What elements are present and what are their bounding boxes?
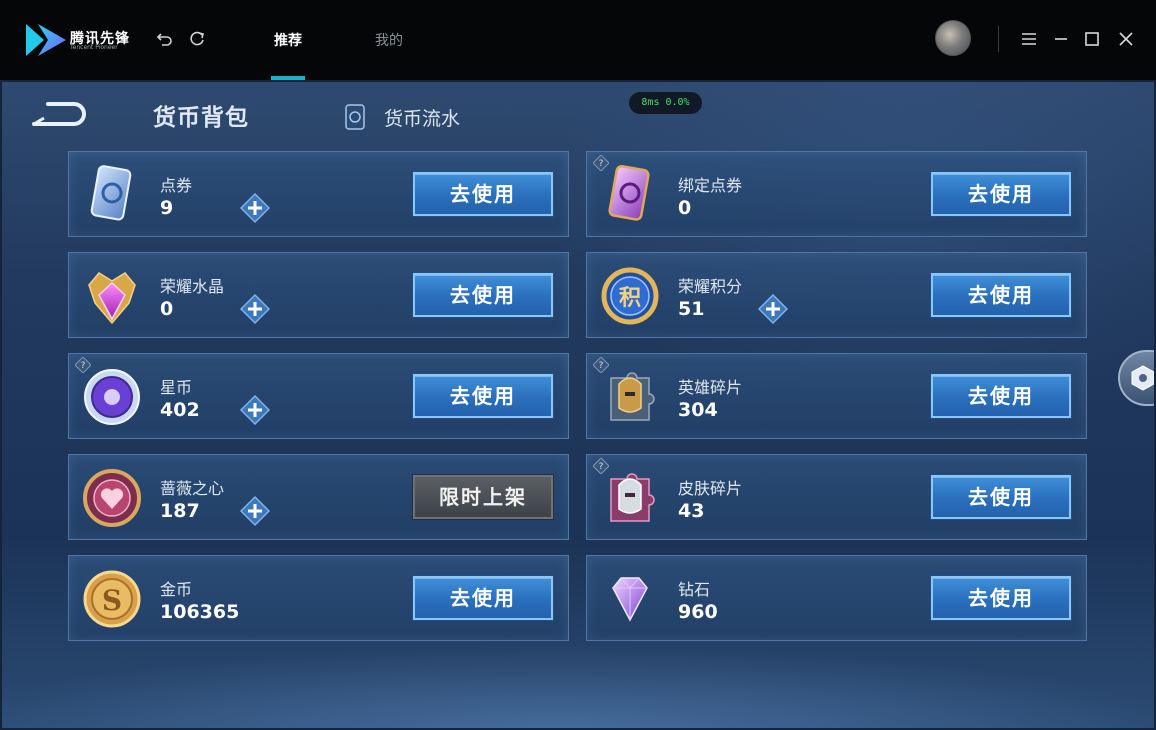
currency-value: 304 xyxy=(678,399,718,421)
currency-card-bound-coupon: ? 绑定点券 0 去使用 xyxy=(586,151,1087,237)
currency-value: 106365 xyxy=(160,601,240,623)
svg-text:S: S xyxy=(102,584,122,617)
currency-card-coupon: 点券 9 去使用 xyxy=(68,151,569,237)
currency-name: 点券 xyxy=(160,176,193,195)
add-icon[interactable] xyxy=(239,495,271,527)
currency-value: 402 xyxy=(160,399,200,421)
currency-name: 皮肤碎片 xyxy=(678,479,743,498)
currency-name: 荣耀积分 xyxy=(678,277,743,296)
game-viewport: 货币背包 货币流水 8ms 0.0% 点券 9 去使用 ? 绑定点券 0 去使用… xyxy=(0,80,1156,730)
diamond-icon xyxy=(612,577,648,622)
currency-value: 51 xyxy=(678,298,705,320)
currency-value: 9 xyxy=(160,197,174,219)
minimize-icon[interactable] xyxy=(1050,28,1072,50)
currency-card-rose-heart: 蔷薇之心 187 限时上架 xyxy=(68,454,569,540)
limited-time-button: 限时上架 xyxy=(413,475,553,519)
skin-fragment-icon xyxy=(610,473,655,522)
title-bar: 腾讯先锋 Tencent Pioneer 推荐 我的 xyxy=(0,0,1156,80)
glory-points-icon: 积 xyxy=(601,267,659,325)
page-title: 货币背包 xyxy=(153,105,249,131)
coupon-card-icon xyxy=(90,165,132,221)
avatar[interactable] xyxy=(935,20,971,56)
add-icon[interactable] xyxy=(239,394,271,426)
currency-name: 绑定点券 xyxy=(678,176,743,195)
currency-name: 英雄碎片 xyxy=(678,378,743,397)
currency-card-skin-fragment: ? 皮肤碎片 43 去使用 xyxy=(586,454,1087,540)
close-icon[interactable] xyxy=(1115,28,1137,50)
currency-value: 0 xyxy=(678,197,692,219)
rose-heart-icon xyxy=(83,469,141,527)
gold-coin-icon: S xyxy=(83,570,141,628)
side-menu-handle[interactable] xyxy=(1118,350,1156,406)
currency-name: 钻石 xyxy=(678,580,711,599)
hexagon-icon xyxy=(1131,365,1155,391)
currency-name: 荣耀水晶 xyxy=(160,277,225,296)
menu-icon[interactable] xyxy=(1018,28,1040,50)
use-button[interactable]: 去使用 xyxy=(931,273,1071,317)
coupon-card-icon xyxy=(345,104,365,130)
add-icon[interactable] xyxy=(239,293,271,325)
bound-coupon-card-icon xyxy=(608,164,650,221)
use-button[interactable]: 去使用 xyxy=(413,273,553,317)
currency-name: 星币 xyxy=(160,378,193,397)
currency-value: 960 xyxy=(678,601,718,623)
divider xyxy=(998,26,999,52)
use-button[interactable]: 去使用 xyxy=(413,172,553,216)
use-button[interactable]: 去使用 xyxy=(413,576,553,620)
currency-card-star-coin: ? 星币 402 去使用 xyxy=(68,353,569,439)
svg-text:积: 积 xyxy=(619,286,641,311)
add-icon[interactable] xyxy=(239,192,271,224)
currency-card-diamond: 钻石 960 去使用 xyxy=(586,555,1087,641)
currency-value: 43 xyxy=(678,500,705,522)
hero-fragment-icon xyxy=(610,372,655,421)
currency-card-hero-fragment: ? 英雄碎片 304 去使用 xyxy=(586,353,1087,439)
currency-card-gold-coin: S 金币 106365 去使用 xyxy=(68,555,569,641)
use-button[interactable]: 去使用 xyxy=(931,374,1071,418)
back-arrow-icon[interactable] xyxy=(156,30,174,48)
currency-card-glory-crystal: 荣耀水晶 0 去使用 xyxy=(68,252,569,338)
back-button-icon[interactable] xyxy=(30,100,90,130)
star-coin-icon xyxy=(84,369,140,425)
app-logo-icon xyxy=(26,24,66,56)
currency-name: 金币 xyxy=(160,580,193,599)
maximize-icon[interactable] xyxy=(1081,28,1103,50)
use-button[interactable]: 去使用 xyxy=(931,475,1071,519)
use-button[interactable]: 去使用 xyxy=(931,576,1071,620)
glory-crystal-icon xyxy=(88,272,136,325)
tab-mine[interactable]: 我的 xyxy=(375,30,403,50)
use-button[interactable]: 去使用 xyxy=(413,374,553,418)
refresh-icon[interactable] xyxy=(188,30,206,48)
currency-name: 蔷薇之心 xyxy=(160,479,225,498)
currency-card-glory-points: 积 荣耀积分 51 去使用 xyxy=(586,252,1087,338)
currency-value: 187 xyxy=(160,500,200,522)
currency-value: 0 xyxy=(160,298,174,320)
app-subtitle: Tencent Pioneer xyxy=(70,44,118,51)
tab-recommend[interactable]: 推荐 xyxy=(274,30,302,50)
network-ping-badge: 8ms 0.0% xyxy=(629,92,702,114)
use-button[interactable]: 去使用 xyxy=(931,172,1071,216)
currency-flow-label: 货币流水 xyxy=(384,108,461,130)
add-icon[interactable] xyxy=(757,293,789,325)
